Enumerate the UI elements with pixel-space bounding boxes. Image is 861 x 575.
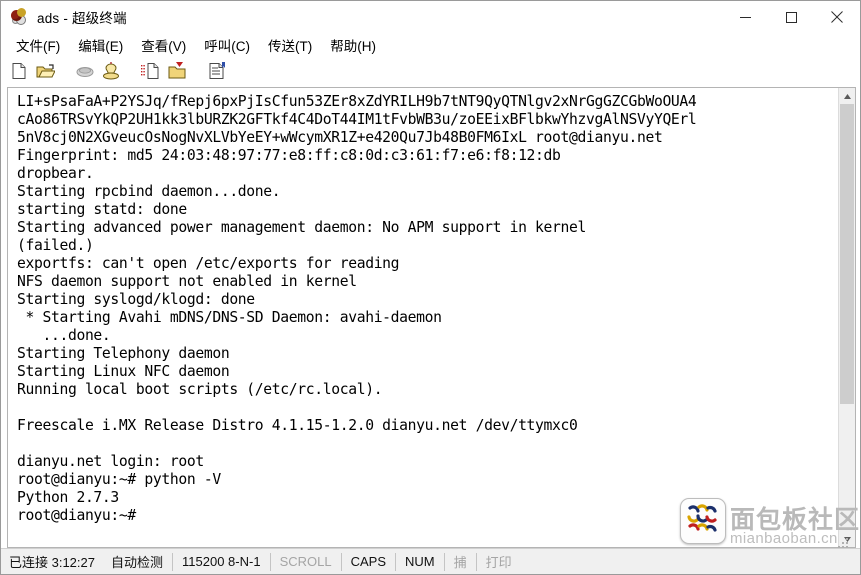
terminal-line: dianyu.net login: root (17, 453, 204, 470)
properties-icon[interactable] (206, 60, 228, 82)
terminal-line: exportfs: can't open /etc/exports for re… (17, 255, 400, 272)
menu-edit[interactable]: 编辑(E) (69, 33, 132, 58)
menu-file[interactable]: 文件(F) (7, 33, 69, 58)
minimize-icon[interactable] (722, 1, 768, 33)
status-caps: CAPS (350, 554, 386, 569)
call-icon[interactable] (100, 60, 122, 82)
hyperterminal-window: ads - 超级终端 文件(F) 编辑(E) 查看(V) 呼叫(C) 传送(T)… (0, 0, 861, 575)
close-icon[interactable] (814, 1, 860, 33)
scrollbar-track[interactable] (839, 104, 855, 531)
status-connection: 已连接 3:12:27 (9, 555, 95, 570)
status-separator (443, 552, 445, 571)
terminal-line: * Starting Avahi mDNS/DNS-SD Daemon: ava… (17, 309, 442, 326)
window-title: ads - 超级终端 (37, 11, 127, 26)
status-separator (340, 552, 342, 571)
terminal-line: Fingerprint: md5 24:03:48:97:77:e8:ff:c8… (17, 147, 561, 164)
menu-view[interactable]: 查看(V) (132, 33, 195, 58)
status-scroll: SCROLL (279, 554, 332, 569)
status-line-settings: 115200 8-N-1 (182, 554, 261, 569)
terminal-line: Starting Telephony daemon (17, 345, 230, 362)
status-capture: 捕 (453, 555, 467, 570)
status-num: NUM (405, 554, 435, 569)
scroll-up-icon[interactable] (839, 88, 855, 104)
status-separator (475, 552, 477, 571)
terminal-frame: LI+sPsaFaA+P2YSJq/fRepj6pxPjIsCfun53ZEr8… (7, 87, 856, 548)
toolbar-separator-3 (192, 60, 202, 82)
terminal-line: Running local boot scripts (/etc/rc.loca… (17, 381, 383, 398)
terminal-line: ...done. (17, 327, 111, 344)
open-icon[interactable] (34, 60, 56, 82)
menu-bar: 文件(F) 编辑(E) 查看(V) 呼叫(C) 传送(T) 帮助(H) (1, 33, 860, 57)
terminal-line: Starting Linux NFC daemon (17, 363, 230, 380)
status-separator (395, 552, 396, 571)
terminal-line: Python 2.7.3 (17, 489, 119, 506)
terminal-line: Starting rpcbind daemon...done. (17, 183, 281, 200)
terminal-line: Starting advanced power management daemo… (17, 219, 587, 236)
terminal-prompt-line: root@dianyu:~# (17, 507, 136, 524)
terminal-line: (failed.) (17, 237, 94, 254)
terminal-line: Starting syslogd/klogd: done (17, 291, 255, 308)
toolbar (1, 57, 860, 84)
disconnect-icon[interactable] (74, 60, 96, 82)
window-controls (722, 1, 860, 33)
terminal-line: cAo86TRSvYkQP2UH1kk3lbURZK2GFTkf4C4DoT44… (17, 111, 697, 128)
title-bar: ads - 超级终端 (1, 1, 860, 33)
status-print: 打印 (485, 555, 512, 570)
new-connection-icon[interactable] (8, 60, 30, 82)
terminal-output[interactable]: LI+sPsaFaA+P2YSJq/fRepj6pxPjIsCfun53ZEr8… (8, 88, 838, 547)
status-bar: 已连接 3:12:27 自动检测 115200 8-N-1 SCROLL CAP… (1, 548, 860, 574)
terminal-line: starting statd: done (17, 201, 187, 218)
terminal-scrollbar[interactable] (838, 88, 855, 547)
status-separator (172, 552, 174, 571)
menu-call[interactable]: 呼叫(C) (195, 33, 259, 58)
send-file-icon[interactable] (140, 60, 162, 82)
toolbar-separator-2 (126, 60, 136, 82)
terminal-line: NFS daemon support not enabled in kernel (17, 273, 357, 290)
terminal-line: dropbear. (17, 165, 94, 182)
terminal-line: LI+sPsaFaA+P2YSJq/fRepj6pxPjIsCfun53ZEr8… (17, 93, 697, 110)
terminal-line: 5nV8cj0N2XGveucOsNogNvXLVbYeEY+wWcymXR1Z… (17, 129, 663, 146)
toolbar-separator-1 (60, 60, 70, 82)
receive-file-icon[interactable] (166, 60, 188, 82)
menu-help[interactable]: 帮助(H) (321, 33, 385, 58)
scroll-down-icon[interactable] (839, 531, 855, 547)
status-detect: 自动检测 (111, 555, 164, 570)
terminal-line: root@dianyu:~# python -V (17, 471, 221, 488)
scrollbar-thumb[interactable] (840, 104, 854, 404)
menu-transfer[interactable]: 传送(T) (259, 33, 321, 58)
status-separator (269, 552, 271, 571)
terminal-line: Freescale i.MX Release Distro 4.1.15-1.2… (17, 417, 578, 434)
hyperterminal-icon (9, 7, 31, 27)
maximize-icon[interactable] (768, 1, 814, 33)
